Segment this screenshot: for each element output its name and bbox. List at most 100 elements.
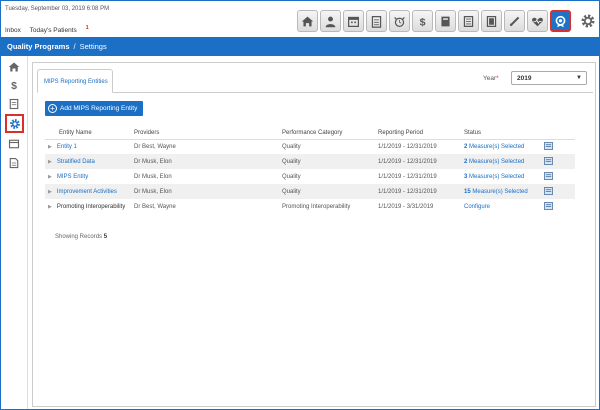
entity-name[interactable]: Improvement Activities	[57, 189, 117, 195]
expand-arrow-icon[interactable]: ▶	[48, 204, 52, 210]
status-text: Measure(s) Selected	[467, 143, 525, 150]
period-cell: 1/1/2019 - 3/31/2019	[378, 203, 434, 210]
person-icon	[325, 16, 336, 27]
documents-button[interactable]	[458, 10, 479, 32]
entity-name[interactable]: Promoting Interoperability	[57, 204, 125, 210]
sidebar-billing[interactable]: $	[7, 78, 21, 92]
status-count: 15	[464, 188, 471, 195]
notepad-icon	[9, 98, 19, 110]
tab-mips-reporting-entities[interactable]: MIPS Reporting Entities	[37, 69, 113, 93]
category-cell: Promoting Interoperability	[282, 203, 351, 210]
providers-cell: Dr Best, Wayne	[134, 203, 176, 210]
column-status[interactable]: Status	[461, 127, 541, 140]
entity-name-cell[interactable]: ▶ Improvement Activities	[45, 184, 131, 199]
status-text: Measure(s) Selected	[470, 188, 528, 195]
status-cell[interactable]: 15 Measure(s) Selected	[461, 184, 541, 199]
column-reporting-period[interactable]: Reporting Period	[375, 127, 461, 140]
providers-cell: Dr Musk, Elon	[131, 184, 279, 199]
table-header-row: Entity Name Providers Performance Catego…	[45, 127, 575, 140]
column-performance-category[interactable]: Performance Category	[279, 127, 375, 140]
card-list-icon[interactable]	[544, 201, 553, 210]
status-cell[interactable]: 2 Measure(s) Selected	[461, 139, 541, 154]
sidebar-home[interactable]	[7, 60, 21, 74]
category-cell: Quality	[279, 184, 375, 199]
status-cell[interactable]: 3 Measure(s) Selected	[461, 169, 541, 184]
health-button[interactable]	[527, 10, 548, 32]
entity-name-cell[interactable]: ▶ Entity 1	[45, 139, 131, 154]
add-button-label: Add MIPS Reporting Entity	[60, 105, 138, 112]
records-count: Showing Records 5	[55, 234, 107, 240]
column-providers[interactable]: Providers	[131, 127, 279, 140]
year-label-text: Year	[483, 75, 497, 82]
add-mips-reporting-entity-button[interactable]: + Add MIPS Reporting Entity	[45, 101, 144, 116]
media-button[interactable]	[481, 10, 502, 32]
quality-programs-button[interactable]	[550, 10, 571, 32]
providers-cell: Dr Musk, Elon	[134, 173, 172, 180]
card-icon	[8, 139, 20, 149]
entity-name[interactable]: MIPS Entity	[57, 174, 88, 180]
doc-icon	[9, 157, 19, 169]
breadcrumb-section[interactable]: Quality Programs	[7, 42, 70, 51]
breadcrumb-page: Settings	[79, 42, 107, 51]
todays-patients-link[interactable]: Today's Patients 1	[30, 25, 89, 34]
year-dropdown-value: 2019	[517, 75, 532, 82]
configure-link[interactable]: Configure	[464, 204, 490, 210]
action-cell[interactable]	[541, 199, 575, 214]
settings-gear-icon[interactable]	[580, 13, 596, 29]
status-text: Measure(s) Selected	[467, 158, 525, 165]
home-icon	[301, 16, 314, 26]
status-text: Measure(s) Selected	[467, 173, 525, 180]
year-dropdown[interactable]: 2019 ▼	[511, 71, 587, 85]
status-cell[interactable]: 2 Measure(s) Selected	[461, 154, 541, 169]
main-toolbar: $	[297, 10, 571, 32]
table-row: ▶ Improvement Activities Dr Musk, Elon Qu…	[45, 184, 575, 199]
providers-cell: Dr Musk, Elon	[131, 154, 279, 169]
sidebar-documents[interactable]	[7, 156, 21, 170]
clipboard-button[interactable]	[366, 10, 387, 32]
calendar-button[interactable]	[343, 10, 364, 32]
year-label: Year*	[483, 75, 499, 82]
period-cell: 1/1/2019 - 12/31/2019	[375, 154, 461, 169]
home-button[interactable]	[297, 10, 318, 32]
expand-arrow-icon[interactable]: ▶	[48, 144, 52, 150]
patients-count-badge: 1	[85, 25, 89, 31]
svg-text:$: $	[11, 80, 17, 91]
billing-button[interactable]: $	[412, 10, 433, 32]
document-icon	[463, 15, 474, 27]
heart-icon	[532, 17, 543, 26]
reference-button[interactable]	[435, 10, 456, 32]
tools-button[interactable]	[504, 10, 525, 32]
entity-name-cell[interactable]: ▶ Stratified Data	[45, 154, 131, 169]
dollar-icon: $	[11, 80, 17, 91]
sidebar-settings[interactable]	[5, 114, 24, 133]
status-cell[interactable]: Configure	[461, 199, 541, 214]
card-list-icon[interactable]	[544, 171, 553, 180]
calendar-icon	[348, 16, 359, 27]
breadcrumb: Quality Programs / Settings	[1, 37, 599, 56]
entity-name-cell[interactable]: ▶ MIPS Entity	[45, 169, 131, 184]
inbox-link[interactable]: Inbox	[5, 27, 21, 34]
action-cell[interactable]	[541, 169, 575, 184]
sidebar-card[interactable]	[7, 137, 21, 151]
expand-arrow-icon[interactable]: ▶	[48, 174, 52, 180]
card-list-icon[interactable]	[544, 186, 553, 195]
svg-text:$: $	[420, 16, 426, 27]
patients-button[interactable]	[320, 10, 341, 32]
records-number: 5	[103, 234, 108, 240]
action-cell[interactable]	[541, 184, 575, 199]
film-icon	[486, 15, 497, 27]
period-cell: 1/1/2019 - 12/31/2019	[375, 184, 461, 199]
entity-name[interactable]: Stratified Data	[57, 159, 95, 165]
alarm-button[interactable]	[389, 10, 410, 32]
entity-name[interactable]: Entity 1	[57, 144, 77, 150]
card-list-icon[interactable]	[544, 141, 553, 150]
card-list-icon[interactable]	[544, 156, 553, 165]
entity-name-cell[interactable]: ▶ Promoting Interoperability	[45, 199, 131, 214]
sidebar-notes[interactable]	[7, 97, 21, 111]
expand-arrow-icon[interactable]: ▶	[48, 159, 52, 165]
action-cell[interactable]	[541, 154, 575, 169]
tab-divider	[37, 92, 593, 93]
expand-arrow-icon[interactable]: ▶	[48, 189, 52, 195]
column-entity-name[interactable]: Entity Name	[45, 127, 131, 140]
action-cell[interactable]	[541, 139, 575, 154]
